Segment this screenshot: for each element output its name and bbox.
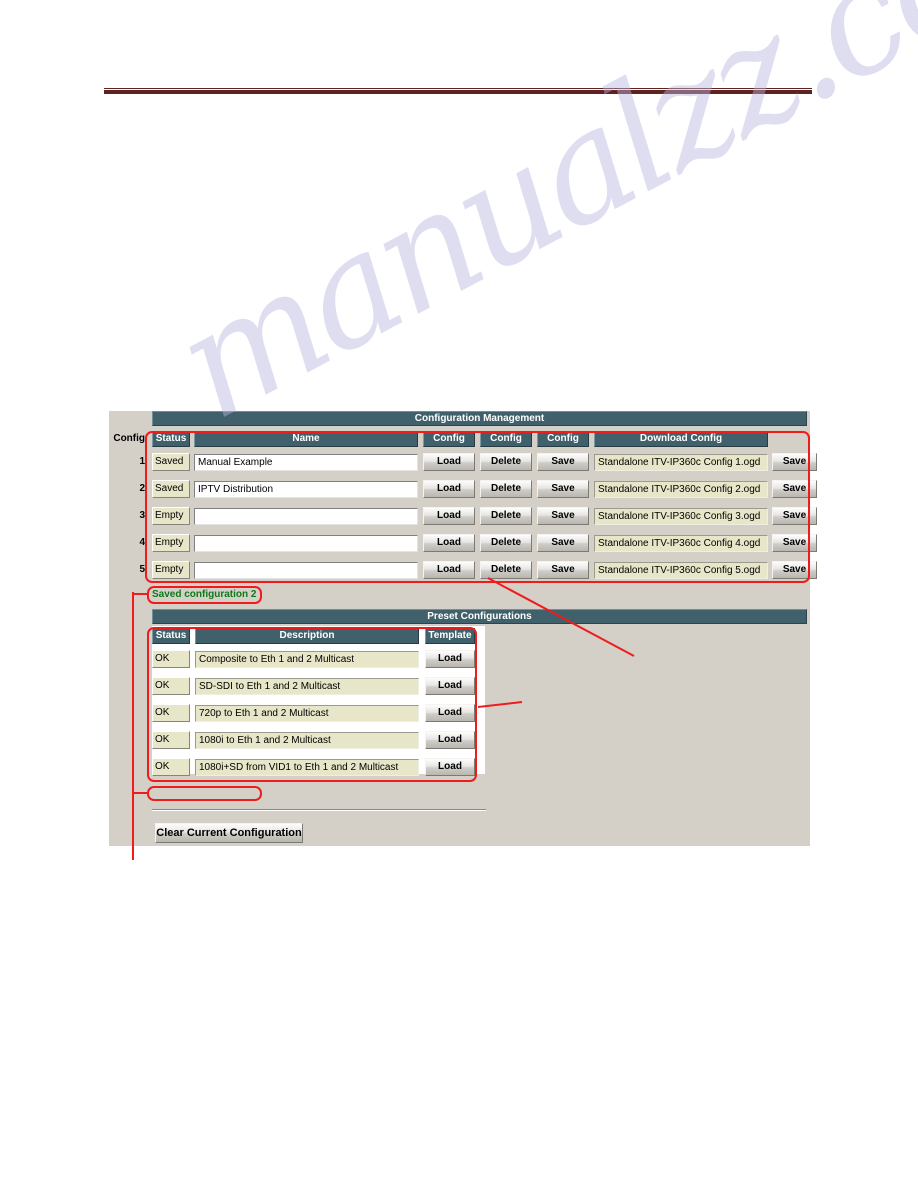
config-load-button-3[interactable]: Load (423, 506, 475, 525)
config-save-button-1[interactable]: Save (537, 452, 589, 471)
configuration-panel: Config 1 2 3 4 5 Configuration Managemen… (109, 411, 817, 846)
config-save-button-4[interactable]: Save (537, 533, 589, 552)
config-save-button-3[interactable]: Save (537, 506, 589, 525)
column-header-config-1: Config (423, 431, 475, 447)
table-row: Saved Load Delete Save Save (152, 448, 817, 475)
config-download-filename-1[interactable] (594, 454, 768, 471)
preset-description-3[interactable] (195, 705, 419, 722)
config-download-filename-2[interactable] (594, 481, 768, 498)
preset-load-button-3[interactable]: Load (425, 703, 475, 722)
config-name-input-5[interactable] (194, 562, 418, 579)
config-name-input-2[interactable] (194, 481, 418, 498)
preset-description-1[interactable] (195, 651, 419, 668)
column-header-name: Name (194, 431, 418, 447)
configuration-management-title: Configuration Management (152, 411, 807, 426)
column-header-status: Status (152, 431, 190, 447)
list-item: OK Load (152, 753, 486, 780)
config-status-2: Saved (152, 479, 190, 498)
config-name-input-3[interactable] (194, 508, 418, 525)
table-row: Saved Load Delete Save Save (152, 475, 817, 502)
config-status-1: Saved (152, 452, 190, 471)
page-top-rule (104, 88, 812, 94)
configuration-management-table: Status Name Config Config Config Downloa… (152, 430, 817, 583)
config-delete-button-2[interactable]: Delete (480, 479, 532, 498)
config-download-save-button-5[interactable]: Save (772, 560, 817, 579)
table-row: Empty Load Delete Save Save (152, 529, 817, 556)
preset-header-row: Status Description Template (152, 627, 486, 645)
config-load-button-1[interactable]: Load (423, 452, 475, 471)
config-download-filename-3[interactable] (594, 508, 768, 525)
config-delete-button-4[interactable]: Delete (480, 533, 532, 552)
config-download-filename-4[interactable] (594, 535, 768, 552)
config-load-button-2[interactable]: Load (423, 479, 475, 498)
preset-load-button-4[interactable]: Load (425, 730, 475, 749)
list-item: OK Load (152, 726, 486, 753)
rule-thick-line (104, 90, 812, 94)
preset-description-5[interactable] (195, 759, 419, 776)
config-download-save-button-2[interactable]: Save (772, 479, 817, 498)
preset-load-button-2[interactable]: Load (425, 676, 475, 695)
config-name-input-4[interactable] (194, 535, 418, 552)
preset-column-header-description: Description (195, 628, 419, 644)
preset-description-4[interactable] (195, 732, 419, 749)
config-name-input-1[interactable] (194, 454, 418, 471)
config-load-button-4[interactable]: Load (423, 533, 475, 552)
config-download-save-button-4[interactable]: Save (772, 533, 817, 552)
list-item: OK Load (152, 672, 486, 699)
config-row-index-5: 5 (139, 564, 145, 575)
preset-configurations-table: Status Description Template OK Load OK L… (152, 627, 486, 780)
column-header-config-2: Config (480, 431, 532, 447)
preset-status-3: OK (152, 703, 190, 722)
preset-column-header-status: Status (152, 628, 190, 644)
config-load-button-5[interactable]: Load (423, 560, 475, 579)
preset-status-4: OK (152, 730, 190, 749)
config-status-4: Empty (152, 533, 190, 552)
config-row-index-1: 1 (139, 456, 145, 467)
preset-description-2[interactable] (195, 678, 419, 695)
preset-column-header-template: Template (425, 628, 475, 644)
config-row-index-3: 3 (139, 510, 145, 521)
list-item: OK Load (152, 645, 486, 672)
config-download-save-button-3[interactable]: Save (772, 506, 817, 525)
preset-status-5: OK (152, 757, 190, 776)
config-delete-button-3[interactable]: Delete (480, 506, 532, 525)
config-delete-button-5[interactable]: Delete (480, 560, 532, 579)
footer-divider (152, 809, 486, 811)
preset-status-2: OK (152, 676, 190, 695)
table-row: Empty Load Delete Save Save (152, 556, 817, 583)
config-axis-label: Config (113, 433, 145, 444)
config-status-3: Empty (152, 506, 190, 525)
config-status-5: Empty (152, 560, 190, 579)
config-download-save-button-1[interactable]: Save (772, 452, 817, 471)
config-save-button-5[interactable]: Save (537, 560, 589, 579)
status-message: Saved configuration 2 (152, 589, 257, 600)
list-item: OK Load (152, 699, 486, 726)
config-download-filename-5[interactable] (594, 562, 768, 579)
configuration-management-header-row: Status Name Config Config Config Downloa… (152, 430, 810, 448)
preset-load-button-1[interactable]: Load (425, 649, 475, 668)
column-header-download-config: Download Config (594, 431, 768, 447)
column-header-config-3: Config (537, 431, 589, 447)
preset-configurations-title: Preset Configurations (152, 609, 807, 624)
config-delete-button-1[interactable]: Delete (480, 452, 532, 471)
preset-load-button-5[interactable]: Load (425, 757, 475, 776)
clear-current-configuration-button[interactable]: Clear Current Configuration (155, 823, 303, 843)
config-save-button-2[interactable]: Save (537, 479, 589, 498)
preset-status-1: OK (152, 649, 190, 668)
config-row-index-4: 4 (139, 537, 145, 548)
table-row: Empty Load Delete Save Save (152, 502, 817, 529)
config-row-index-2: 2 (139, 483, 145, 494)
